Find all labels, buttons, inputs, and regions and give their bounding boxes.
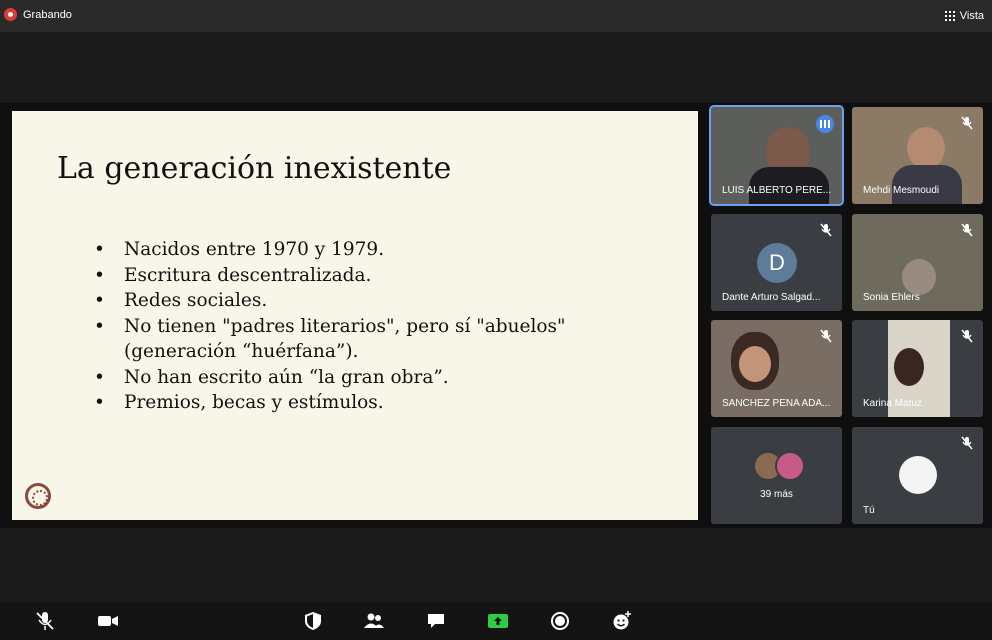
mic-off-icon: [820, 329, 832, 343]
bullet-item: Redes sociales.: [94, 288, 604, 314]
avatar-stack: [753, 451, 805, 481]
participant-video: [894, 348, 924, 386]
record-icon: [4, 8, 17, 21]
avatar: [899, 456, 937, 494]
share-screen-icon[interactable]: [487, 610, 509, 632]
participant-name: Dante Arturo Salgad...: [722, 292, 821, 303]
chat-icon[interactable]: [425, 610, 447, 632]
top-bar: Grabando Vista: [0, 0, 992, 32]
view-button[interactable]: Vista: [944, 10, 984, 22]
mic-off-icon: [961, 329, 973, 343]
participant-tile[interactable]: Karina Matuz: [852, 320, 983, 417]
record-icon[interactable]: [549, 610, 571, 632]
more-label: 39 más: [760, 489, 793, 500]
participant-video: [902, 259, 936, 295]
participant-tile[interactable]: Mehdi Mesmoudi: [852, 107, 983, 204]
avatar: [775, 451, 805, 481]
mic-off-icon: [961, 116, 973, 130]
grid-icon: [944, 11, 955, 21]
bullet-item: No han escrito aún “la gran obra”.: [94, 365, 604, 391]
participant-name: Karina Matuz: [863, 398, 922, 409]
participant-video: [739, 346, 771, 382]
bullet-item: Premios, becas y estímulos.: [94, 390, 604, 416]
video-camera-icon[interactable]: [97, 610, 119, 632]
recording-indicator[interactable]: Grabando: [4, 8, 72, 21]
control-bar: [0, 602, 992, 640]
security-shield-icon[interactable]: [302, 610, 324, 632]
speaking-icon: [816, 115, 834, 133]
bullet-item: Nacidos entre 1970 y 1979.: [94, 237, 604, 263]
participant-name: LUIS ALBERTO PERE...: [722, 185, 832, 196]
slide-title: La generación inexistente: [57, 151, 452, 186]
bullet-item: No tienen "padres literarios", pero sí "…: [94, 314, 604, 365]
mic-off-icon: [961, 436, 973, 450]
participant-name: SANCHEZ PEÑA ADA...: [722, 398, 831, 409]
mic-off-icon[interactable]: [34, 610, 56, 632]
participant-tile[interactable]: LUIS ALBERTO PERE...: [709, 105, 844, 206]
reactions-icon[interactable]: [611, 610, 633, 632]
more-participants-tile[interactable]: 39 más: [711, 427, 842, 524]
shared-slide: La generación inexistente Nacidos entre …: [12, 111, 698, 520]
participant-name: Mehdi Mesmoudi: [863, 185, 940, 196]
view-label: Vista: [959, 10, 984, 22]
self-tile[interactable]: Tú: [852, 427, 983, 524]
participant-tile[interactable]: Sonia Ehlers: [852, 214, 983, 311]
participant-name: Sonia Ehlers: [863, 292, 920, 303]
slide-bullets: Nacidos entre 1970 y 1979. Escritura des…: [94, 237, 604, 416]
participants-icon[interactable]: [363, 610, 385, 632]
participant-name: Tú: [863, 505, 875, 516]
recording-label: Grabando: [23, 8, 72, 21]
slide-logo: [25, 483, 51, 509]
participant-tile[interactable]: D Dante Arturo Salgad...: [711, 214, 842, 311]
mic-off-icon: [961, 223, 973, 237]
avatar: D: [757, 243, 797, 283]
bullet-item: Escritura descentralizada.: [94, 263, 604, 289]
mic-off-icon: [820, 223, 832, 237]
participant-video: [907, 127, 945, 169]
participant-tile[interactable]: SANCHEZ PEÑA ADA...: [711, 320, 842, 417]
